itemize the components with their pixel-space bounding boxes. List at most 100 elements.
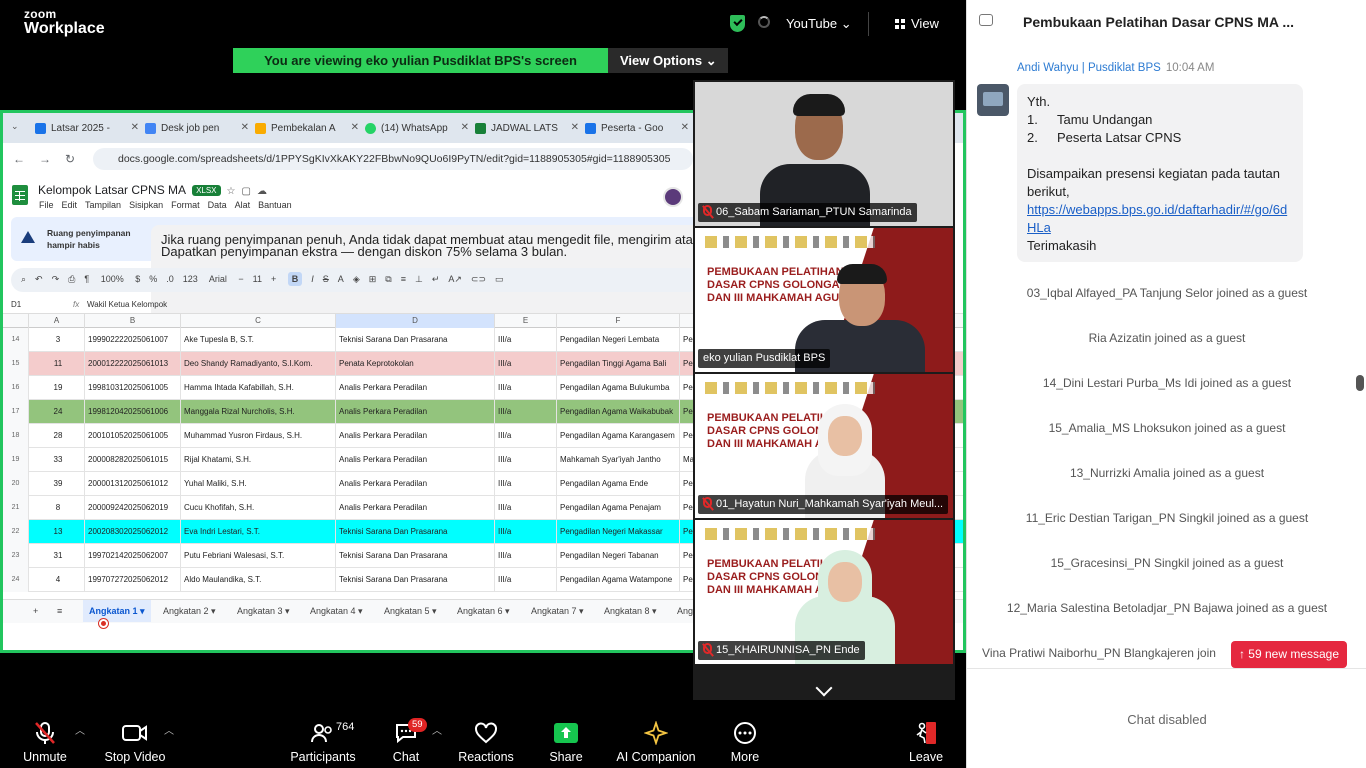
sheet-tab[interactable]: Angkatan 5 ▾ (378, 600, 443, 622)
text-color-icon[interactable]: A (338, 274, 344, 284)
row-number[interactable]: 14 (3, 328, 29, 352)
menu-view[interactable]: Tampilan (85, 200, 121, 210)
corner-cell[interactable] (3, 314, 29, 328)
video-tile[interactable]: PEMBUKAAN PELATIHAN DASAR CPNS GOLONGAN … (695, 228, 953, 372)
table-cell[interactable]: Pengadilan Agama Waikabubak (557, 400, 680, 424)
sheet-tab-active[interactable]: Angkatan 1 ▾ (83, 600, 151, 622)
close-icon[interactable]: ✕ (681, 122, 689, 133)
new-messages-button[interactable]: ↑ 59 new message (1231, 641, 1347, 668)
unmute-button[interactable]: Unmute (20, 720, 70, 764)
table-cell[interactable]: 200012222025061013 (85, 352, 181, 376)
row-number[interactable]: 19 (3, 448, 29, 472)
share-button[interactable]: Share (545, 720, 587, 764)
table-cell[interactable]: Analis Perkara Peradilan (336, 376, 495, 400)
table-cell[interactable]: 4 (29, 568, 85, 592)
number-format-icon[interactable]: 123 (183, 274, 198, 284)
table-cell[interactable]: 3 (29, 328, 85, 352)
table-cell[interactable]: III/a (495, 376, 557, 400)
menu-tools[interactable]: Alat (235, 200, 251, 210)
table-cell[interactable]: Yuhal Maliki, S.H. (181, 472, 336, 496)
bold-button[interactable]: B (287, 272, 303, 286)
menu-edit[interactable]: Edit (62, 200, 78, 210)
column-header[interactable]: F (557, 314, 680, 328)
table-cell[interactable]: 199702142025062007 (85, 544, 181, 568)
table-cell[interactable]: III/a (495, 400, 557, 424)
browser-tab[interactable]: Pembekalan A ✕ (255, 117, 363, 139)
comment-icon[interactable]: ▭ (495, 274, 504, 284)
youtube-live-button[interactable]: YouTube ⌄ (786, 16, 852, 32)
star-folder-cloud-icons[interactable]: ☆▢☁ (227, 186, 273, 197)
decimal-icon[interactable]: .0 (166, 274, 174, 284)
table-cell[interactable]: 199812042025061006 (85, 400, 181, 424)
add-sheet-icon[interactable]: + (27, 600, 44, 622)
table-cell[interactable]: Pengadilan Agama Watampone (557, 568, 680, 592)
more-button[interactable]: More (727, 720, 763, 764)
table-cell[interactable]: Pengadilan Tinggi Agama Bali (557, 352, 680, 376)
browser-tab[interactable]: JADWAL LATS ✕ (475, 117, 583, 139)
table-cell[interactable]: 200009242025062019 (85, 496, 181, 520)
font-size-field[interactable]: 11 (253, 274, 262, 284)
sender-name[interactable]: Andi Wahyu | Pusdiklat BPS (1017, 62, 1161, 74)
view-options-button[interactable]: View Options ⌄ (608, 48, 728, 73)
table-cell[interactable]: 19 (29, 376, 85, 400)
strikethrough-button[interactable]: S (323, 274, 329, 284)
sheets-logo-icon[interactable] (12, 185, 28, 205)
reload-icon[interactable]: ↻ (65, 152, 75, 166)
gallery-chevron-down-icon[interactable] (815, 682, 831, 698)
table-cell[interactable]: Deo Shandy Ramadiyanto, S.I.Kom. (181, 352, 336, 376)
close-icon[interactable]: ✕ (241, 122, 249, 133)
table-cell[interactable]: 8 (29, 496, 85, 520)
table-cell[interactable]: Teknisi Sarana Dan Prasarana (336, 328, 495, 352)
table-cell[interactable]: Analis Perkara Peradilan (336, 424, 495, 448)
table-cell[interactable]: Cucu Khofifah, S.H. (181, 496, 336, 520)
chat-bubble-icon[interactable] (979, 14, 993, 26)
table-cell[interactable]: Analis Perkara Peradilan (336, 496, 495, 520)
formula-input[interactable]: Wakil Ketua Kelompok (87, 300, 167, 309)
increase-font-icon[interactable]: + (271, 274, 276, 284)
stop-video-button[interactable]: Stop Video (102, 720, 168, 764)
table-cell[interactable]: 31 (29, 544, 85, 568)
table-cell[interactable]: 11 (29, 352, 85, 376)
video-tile[interactable]: 06_Sabam Sariaman_PTUN Samarinda (695, 82, 953, 226)
close-icon[interactable]: ✕ (351, 122, 359, 133)
video-tile[interactable]: PEMBUKAAN PELATIHAN DASAR CPNS GOLONGAN … (695, 520, 953, 664)
row-number[interactable]: 21 (3, 496, 29, 520)
video-options-caret[interactable]: ︿ (164, 722, 174, 737)
table-cell[interactable]: Analis Perkara Peradilan (336, 472, 495, 496)
decrease-font-icon[interactable]: − (238, 274, 243, 284)
all-sheets-icon[interactable]: ≡ (51, 600, 68, 622)
table-cell[interactable]: 199810312025061005 (85, 376, 181, 400)
sheet-tab[interactable]: Angkatan 8 ▾ (598, 600, 663, 622)
attendance-link[interactable]: https://webapps.bps.go.id/daftarhadir/#/… (1027, 202, 1287, 235)
rotate-icon[interactable]: A↗ (448, 274, 462, 284)
table-cell[interactable]: Pengadilan Negeri Tabanan (557, 544, 680, 568)
wrap-icon[interactable]: ↵ (432, 274, 440, 284)
table-cell[interactable]: 200008282025061015 (85, 448, 181, 472)
percent-icon[interactable]: % (149, 274, 157, 284)
url-field[interactable]: docs.google.com/spreadsheets/d/1PPYSgKIv… (93, 148, 693, 170)
row-number[interactable]: 24 (3, 568, 29, 592)
table-cell[interactable]: 28 (29, 424, 85, 448)
sheet-tab[interactable]: Angkatan 7 ▾ (525, 600, 590, 622)
video-tile[interactable]: PEMBUKAAN PELATIHAN DASAR CPNS GOLONGAN … (695, 374, 953, 518)
table-cell[interactable]: Teknisi Sarana Dan Prasarana (336, 544, 495, 568)
fill-color-icon[interactable]: ◈ (353, 274, 360, 284)
merge-icon[interactable]: ⧉ (385, 274, 391, 284)
close-icon[interactable]: ✕ (131, 122, 139, 133)
table-cell[interactable]: III/a (495, 328, 557, 352)
table-cell[interactable]: 33 (29, 448, 85, 472)
font-select[interactable]: Arial (209, 274, 227, 284)
close-icon[interactable]: ✕ (461, 122, 469, 133)
table-cell[interactable]: 24 (29, 400, 85, 424)
table-cell[interactable]: 199902222025061007 (85, 328, 181, 352)
row-number[interactable]: 18 (3, 424, 29, 448)
table-cell[interactable]: Pengadilan Agama Ende (557, 472, 680, 496)
chat-options-caret[interactable]: ︿ (432, 722, 442, 737)
menu-format[interactable]: Format (171, 200, 200, 210)
name-box[interactable]: D1 (11, 300, 21, 309)
forward-icon[interactable]: → (39, 152, 51, 166)
view-button[interactable]: View (895, 16, 939, 31)
table-cell[interactable]: III/a (495, 496, 557, 520)
table-cell[interactable]: Mahkamah Syar'iyah Jantho (557, 448, 680, 472)
zoom-select[interactable]: 100% (101, 274, 124, 284)
